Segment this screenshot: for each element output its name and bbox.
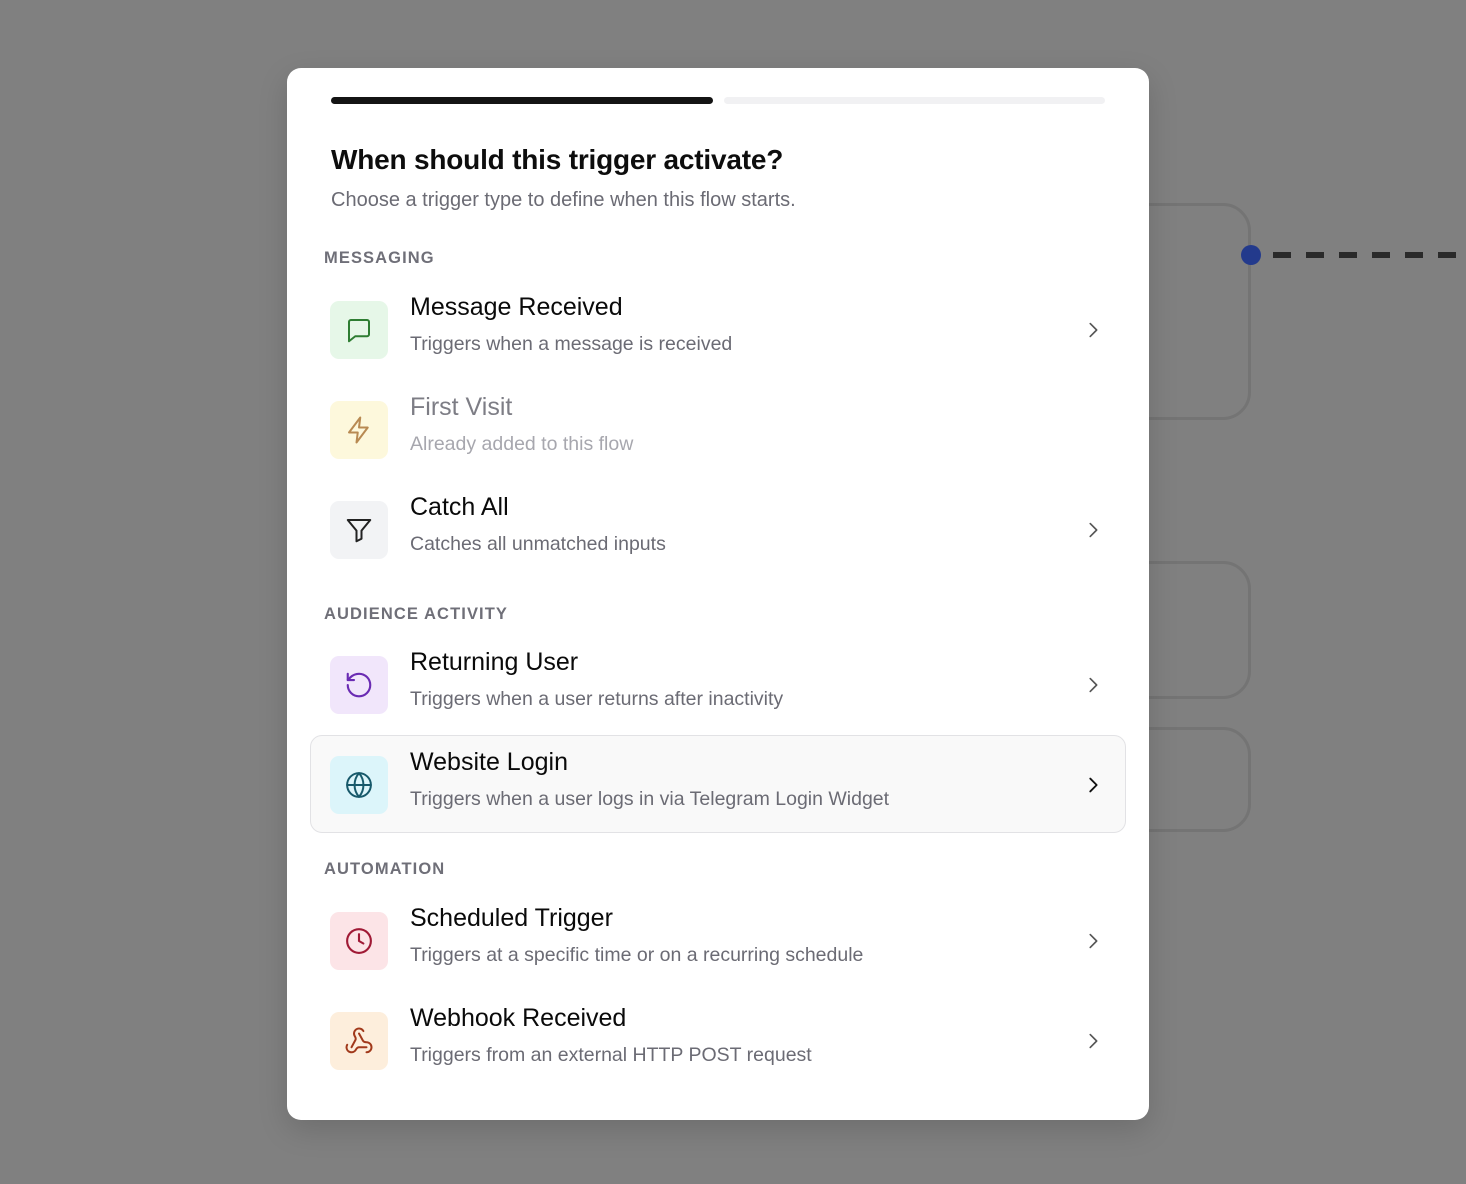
trigger-option-title: Message Received [410, 293, 623, 321]
trigger-option-description: Triggers when a message is received [410, 333, 733, 355]
section-label-automation: AUTOMATION [324, 860, 446, 878]
trigger-option-description: Triggers when a user logs in via Telegra… [410, 788, 890, 810]
trigger-option-description: Triggers from an external HTTP POST requ… [410, 1044, 812, 1066]
trigger-option-returning-user[interactable]: Returning User Triggers when a user retu… [310, 635, 1126, 733]
trigger-option-title: Returning User [410, 648, 579, 676]
trigger-option-title: Catch All [410, 493, 509, 521]
trigger-option-description: Already added to this flow [410, 433, 634, 455]
trigger-option-description: Catches all unmatched inputs [410, 533, 666, 555]
trigger-option-title: First Visit [410, 393, 513, 421]
section-label-messaging: MESSAGING [324, 249, 435, 267]
globe-icon [330, 756, 388, 814]
trigger-option-description: Triggers when a user returns after inact… [410, 688, 784, 710]
trigger-option-first-visit: First Visit Already added to this flow [310, 380, 1126, 478]
step-progress [331, 97, 1105, 105]
filter-icon [330, 501, 388, 559]
chevron-right-icon [1082, 1029, 1104, 1053]
chevron-right-icon [1082, 773, 1104, 797]
trigger-option-title: Scheduled Trigger [410, 904, 613, 932]
chevron-right-icon [1082, 518, 1104, 542]
connection-edge [1273, 252, 1466, 258]
chevron-right-icon [1082, 318, 1104, 342]
trigger-option-catch-all[interactable]: Catch All Catches all unmatched inputs [310, 480, 1126, 578]
trigger-option-message-received[interactable]: Message Received Triggers when a message… [310, 280, 1126, 378]
section-label-audience-activity: AUDIENCE ACTIVITY [324, 605, 509, 623]
message-square-icon [330, 301, 388, 359]
trigger-option-website-login[interactable]: Website Login Triggers when a user logs … [310, 735, 1126, 833]
trigger-type-dialog: When should this trigger activate? Choos… [287, 68, 1149, 1120]
dialog-title: When should this trigger activate? [331, 144, 784, 175]
trigger-option-title: Website Login [410, 748, 568, 776]
zap-icon [330, 401, 388, 459]
progress-step-1 [331, 97, 713, 104]
rotate-ccw-icon [330, 656, 388, 714]
chevron-right-icon [1082, 929, 1104, 953]
trigger-option-scheduled-trigger[interactable]: Scheduled Trigger Triggers at a specific… [310, 891, 1126, 989]
progress-step-2 [723, 97, 1105, 104]
trigger-option-title: Webhook Received [410, 1004, 627, 1032]
connection-port [1241, 245, 1261, 265]
chevron-right-icon [1082, 673, 1104, 697]
trigger-option-webhook-received[interactable]: Webhook Received Triggers from an extern… [310, 991, 1126, 1089]
trigger-option-description: Triggers at a specific time or on a recu… [410, 944, 864, 966]
webhook-icon [330, 1012, 388, 1070]
dialog-subtitle: Choose a trigger type to define when thi… [331, 189, 796, 211]
clock-icon [330, 912, 388, 970]
